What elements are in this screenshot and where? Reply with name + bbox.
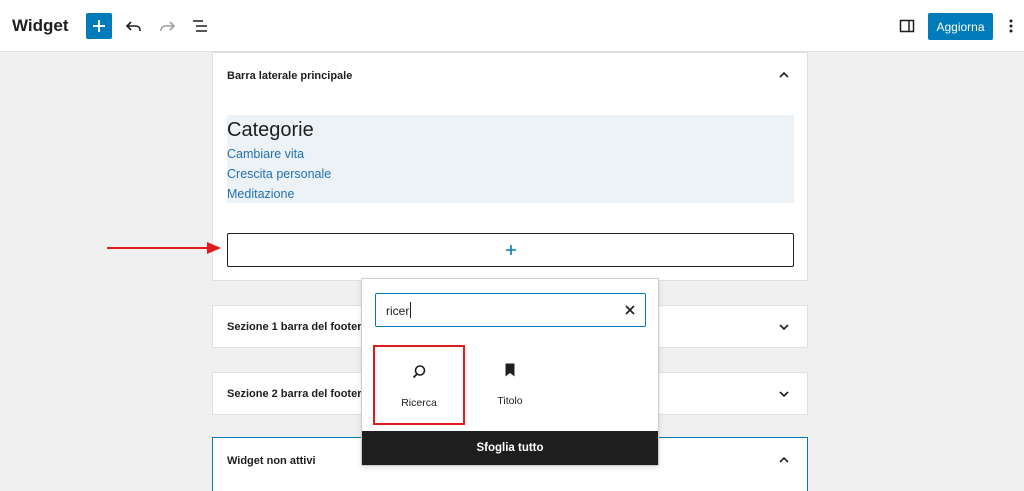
panel-title: Widget non attivi [227,455,316,467]
categories-heading: Categorie [227,119,314,141]
undo-button[interactable] [122,14,146,38]
block-inserter-popover: ricer Ricerca Titolo Sfoglia tutto [361,278,659,466]
panel-title: Sezione 1 barra del footer [227,321,362,333]
redo-button[interactable] [155,14,179,38]
search-input-value: ricer [386,304,410,318]
plus-icon [505,245,516,255]
settings-toggle-button[interactable] [895,14,919,38]
close-icon[interactable] [623,303,637,317]
category-link[interactable]: Meditazione [227,187,294,201]
add-block-button[interactable] [227,233,794,267]
main-sidebar-panel: Barra laterale principale Categorie Camb… [212,52,808,281]
text-caret [410,302,411,318]
undo-icon [125,21,141,31]
panel-title: Barra laterale principale [227,70,353,82]
categories-widget[interactable]: Categorie Cambiare vita Crescita persona… [227,115,794,203]
list-view-button[interactable] [188,14,212,38]
chevron-down-icon[interactable] [777,387,791,401]
more-options-button[interactable] [1003,14,1019,38]
block-option-search[interactable]: Ricerca [373,345,465,425]
block-search-input[interactable]: ricer [375,293,646,327]
search-icon [412,365,426,379]
panel-title: Sezione 2 barra del footer [227,388,362,400]
block-option-label: Titolo [497,395,523,407]
annotation-arrow-icon [107,242,221,254]
chevron-up-icon[interactable] [777,453,791,467]
page-title: Widget [12,16,69,35]
browse-all-button[interactable]: Sfoglia tutto [362,431,658,465]
bookmark-icon [505,363,515,377]
block-option-title[interactable]: Titolo [464,345,556,425]
list-view-icon [193,20,207,32]
plus-icon [93,20,105,32]
category-link[interactable]: Cambiare vita [227,147,304,161]
block-option-label: Ricerca [401,397,437,409]
add-block-toolbar-button[interactable] [86,13,112,39]
top-toolbar: Widget Aggiorna [0,0,1024,52]
more-vertical-icon [1009,19,1013,33]
update-button[interactable]: Aggiorna [928,13,993,40]
chevron-down-icon[interactable] [777,320,791,334]
sidebar-panel-icon [899,19,915,33]
redo-icon [160,21,176,31]
category-link[interactable]: Crescita personale [227,167,331,181]
chevron-up-icon[interactable] [777,68,791,82]
